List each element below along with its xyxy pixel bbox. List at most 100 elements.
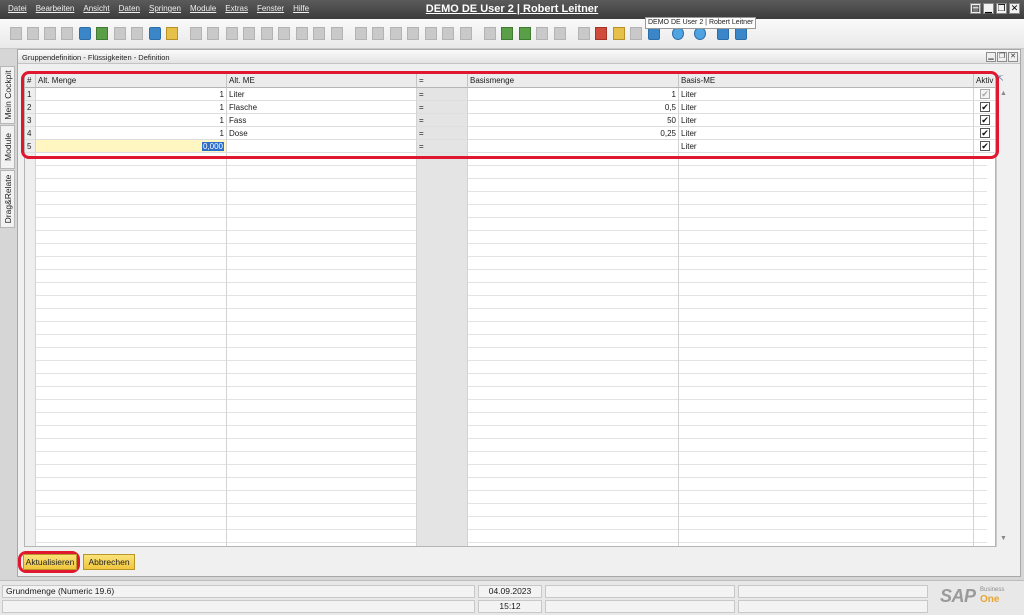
- volume-weight-icon[interactable]: [442, 27, 454, 40]
- tab-module[interactable]: Module: [0, 125, 15, 169]
- empty-row[interactable]: [25, 517, 987, 530]
- word-export-icon[interactable]: [131, 27, 143, 40]
- empty-row[interactable]: [25, 283, 987, 296]
- form-minimize-icon[interactable]: ▁: [986, 52, 996, 62]
- empty-row[interactable]: [25, 387, 987, 400]
- empty-row[interactable]: [25, 335, 987, 348]
- status-date: 04.09.2023: [478, 585, 542, 598]
- next-record-icon[interactable]: [261, 27, 273, 40]
- edit-icon[interactable]: [484, 27, 496, 40]
- tab-module-label: Module: [2, 133, 13, 161]
- column-separator: [467, 153, 468, 546]
- empty-row[interactable]: [25, 465, 987, 478]
- tab-mein-cockpit-label: Mein Cockpit: [2, 70, 13, 120]
- update-button[interactable]: Aktualisieren: [23, 554, 77, 570]
- cancel-button[interactable]: Abbrechen: [83, 554, 135, 570]
- empty-row[interactable]: [25, 374, 987, 387]
- find-icon[interactable]: [190, 27, 202, 40]
- last-record-icon[interactable]: [278, 27, 290, 40]
- empty-row[interactable]: [25, 361, 987, 374]
- empty-row[interactable]: [25, 309, 987, 322]
- empty-row[interactable]: [25, 530, 987, 543]
- empty-row[interactable]: [25, 179, 987, 192]
- refresh-icon[interactable]: [296, 27, 308, 40]
- form-header: Gruppendefinition - Flüssigkeiten - Defi…: [18, 50, 1020, 64]
- status-time: 15:12: [478, 600, 542, 613]
- form-title: Gruppendefinition - Flüssigkeiten - Defi…: [22, 53, 170, 62]
- add-document-icon[interactable]: [501, 27, 513, 40]
- pdf-export-icon[interactable]: [114, 27, 126, 40]
- form-restore-icon[interactable]: ❐: [997, 52, 1007, 62]
- calculator-icon[interactable]: [578, 27, 590, 40]
- tab-drag-relate[interactable]: Drag&Relate: [0, 170, 15, 228]
- empty-row[interactable]: [25, 166, 987, 179]
- filter-icon[interactable]: [313, 27, 325, 40]
- sap-logo: SAP: [940, 586, 976, 606]
- restore-icon[interactable]: ❐: [996, 3, 1007, 14]
- base-document-icon[interactable]: [355, 27, 367, 40]
- empty-row[interactable]: [25, 244, 987, 257]
- column-separator: [416, 153, 417, 546]
- save-icon[interactable]: [79, 27, 91, 40]
- toolbar: [0, 19, 1024, 49]
- sort-icon[interactable]: [331, 27, 343, 40]
- status-field-1: [545, 585, 735, 598]
- empty-row[interactable]: [25, 192, 987, 205]
- empty-row[interactable]: [25, 218, 987, 231]
- new-document-icon[interactable]: [10, 27, 22, 40]
- empty-row[interactable]: [25, 426, 987, 439]
- print-icon[interactable]: [27, 27, 39, 40]
- status-message: [2, 600, 475, 613]
- hierarchy-icon[interactable]: [630, 27, 642, 40]
- form-settings-icon[interactable]: [613, 27, 625, 40]
- sms-icon[interactable]: [61, 27, 73, 40]
- empty-row[interactable]: [25, 504, 987, 517]
- email-icon[interactable]: [44, 27, 56, 40]
- window-menu-icon[interactable]: ▤: [970, 3, 981, 14]
- vertical-scrollbar[interactable]: ▲ ▼: [996, 88, 1010, 547]
- alerts-icon[interactable]: [554, 27, 566, 40]
- form-controls: ▁ ❐ ✕: [986, 52, 1018, 62]
- table-highlight: [21, 71, 999, 159]
- target-document-icon[interactable]: [372, 27, 384, 40]
- empty-row[interactable]: [25, 452, 987, 465]
- empty-row[interactable]: [25, 296, 987, 309]
- calendar-icon[interactable]: [595, 27, 607, 40]
- empty-row[interactable]: [25, 491, 987, 504]
- field-info: Grundmenge (Numeric 19.6): [2, 585, 475, 598]
- empty-row[interactable]: [25, 439, 987, 452]
- empty-row[interactable]: [25, 478, 987, 491]
- empty-row[interactable]: [25, 322, 987, 335]
- empty-row[interactable]: [25, 270, 987, 283]
- first-record-icon[interactable]: [226, 27, 238, 40]
- form-close-icon[interactable]: ✕: [1008, 52, 1018, 62]
- excel-export-icon[interactable]: [96, 27, 108, 40]
- empty-row[interactable]: [25, 231, 987, 244]
- document-settings-icon[interactable]: [460, 27, 472, 40]
- approve-icon[interactable]: [519, 27, 531, 40]
- launch-icon[interactable]: [149, 27, 161, 40]
- previous-record-icon[interactable]: [243, 27, 255, 40]
- empty-row[interactable]: [25, 205, 987, 218]
- column-separator: [678, 153, 679, 546]
- message-icon[interactable]: [536, 27, 548, 40]
- status-field-4: [738, 600, 928, 613]
- tab-mein-cockpit[interactable]: Mein Cockpit: [0, 66, 15, 124]
- equals-column-fill: [417, 153, 468, 546]
- status-field-3: [738, 585, 928, 598]
- empty-row[interactable]: [25, 543, 987, 546]
- scroll-down-icon[interactable]: ▼: [997, 535, 1010, 545]
- empty-row[interactable]: [25, 257, 987, 270]
- empty-row[interactable]: [25, 348, 987, 361]
- empty-row[interactable]: [25, 400, 987, 413]
- journal-icon[interactable]: [390, 27, 402, 40]
- close-icon[interactable]: ✕: [1009, 3, 1020, 14]
- tab-drag-relate-label: Drag&Relate: [2, 174, 13, 224]
- status-field-2: [545, 600, 735, 613]
- minimize-icon[interactable]: ▁: [983, 3, 994, 14]
- payment-icon[interactable]: [407, 27, 419, 40]
- add-icon[interactable]: [207, 27, 219, 40]
- empty-row[interactable]: [25, 413, 987, 426]
- gross-profit-icon[interactable]: [425, 27, 437, 40]
- lock-icon[interactable]: [166, 27, 178, 40]
